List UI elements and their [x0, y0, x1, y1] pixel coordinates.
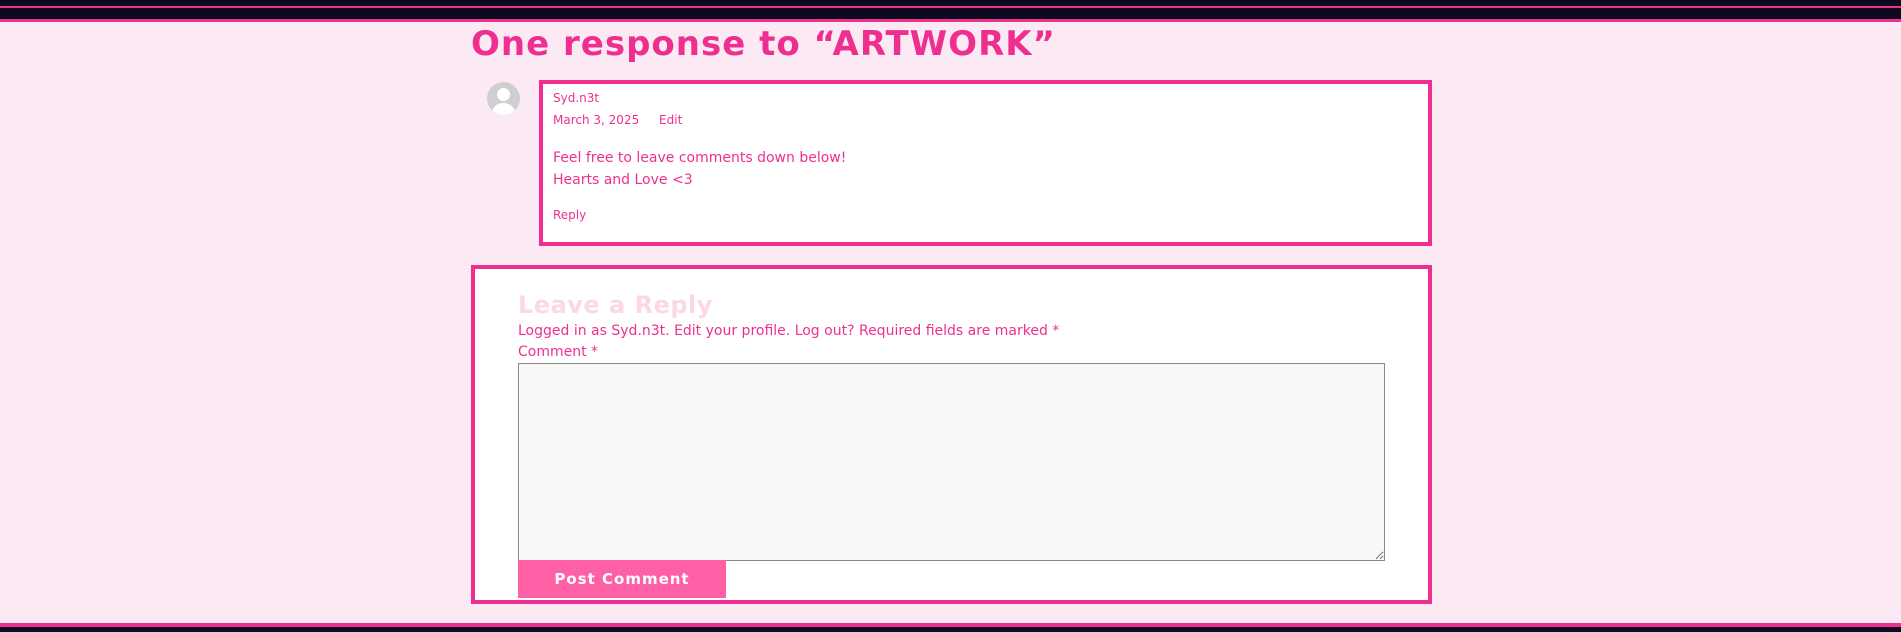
comment-meta: March 3, 2025 Edit [553, 113, 1418, 127]
comment-edit-link[interactable]: Edit [659, 113, 682, 127]
comment-body-line: Feel free to leave comments down below! [553, 150, 847, 166]
comment-reply-link[interactable]: Reply [553, 208, 1418, 222]
logged-in-as-text: Logged in as Syd.n3t. [518, 323, 670, 339]
top-bar-stripe [0, 6, 1901, 8]
comment-body: Feel free to leave comments down below! … [553, 147, 1418, 191]
comment-card: Syd.n3t March 3, 2025 Edit Feel free to … [539, 80, 1432, 246]
comment-item: Syd.n3t March 3, 2025 Edit Feel free to … [471, 80, 1432, 248]
comment-textarea[interactable] [518, 363, 1385, 561]
comment-label: Comment * [518, 344, 599, 360]
comment-body-line: Hearts and Love <3 [553, 172, 693, 188]
bottom-bar [0, 623, 1901, 632]
required-fields-note: Required fields are marked * [858, 323, 1060, 339]
reply-title: Leave a Reply [518, 291, 713, 319]
edit-profile-link[interactable]: Edit your profile. [674, 323, 790, 339]
logged-in-notice: Logged in as Syd.n3t. Edit your profile.… [518, 321, 1385, 341]
comments-section: One response to “ARTWORK” Syd.n3t March … [471, 22, 1432, 604]
log-out-link[interactable]: Log out? [795, 323, 855, 339]
comments-title: One response to “ARTWORK” [471, 24, 1056, 64]
comment-author-link[interactable]: Syd.n3t [553, 91, 1418, 105]
default-avatar-icon [487, 82, 520, 115]
reply-form-card: Leave a Reply Logged in as Syd.n3t. Edit… [471, 265, 1432, 604]
top-bar [0, 0, 1901, 22]
post-comment-button[interactable]: Post Comment [518, 560, 726, 598]
comment-date-link[interactable]: March 3, 2025 [553, 113, 639, 127]
